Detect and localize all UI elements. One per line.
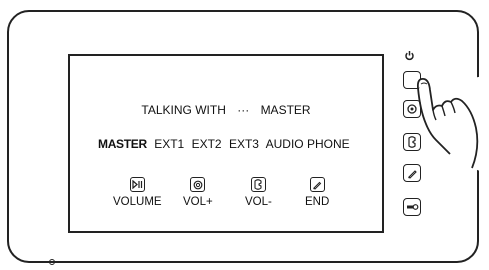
channel-master[interactable]: MASTER [98, 137, 147, 151]
volume-up-function[interactable]: VOL+ [183, 177, 213, 208]
intercom-monitor: TALKING WITH ··· MASTER MASTER EXT1 EXT2… [7, 10, 484, 265]
talking-status: TALKING WITH ··· MASTER [70, 103, 382, 117]
talking-prefix: TALKING WITH [141, 103, 226, 117]
pen-icon[interactable] [309, 177, 325, 192]
unlock-button[interactable] [403, 198, 421, 216]
play-pause-icon[interactable] [129, 177, 145, 192]
vol-minus-label: VOL- [245, 196, 272, 208]
channel-ext2[interactable]: EXT2 [192, 137, 222, 151]
handset-icon[interactable] [250, 177, 266, 192]
key-icon [406, 204, 418, 210]
talking-separator: ··· [237, 103, 250, 117]
display-screen: TALKING WITH ··· MASTER MASTER EXT1 EXT2… [68, 54, 384, 233]
channel-ext3[interactable]: EXT3 [229, 137, 259, 151]
talking-target: MASTER [260, 103, 311, 117]
channel-audio-phone[interactable]: AUDIO PHONE [266, 137, 350, 151]
pressing-hand-icon [416, 76, 484, 171]
volume-down-function[interactable]: VOL- [245, 177, 272, 208]
microphone-hole [49, 259, 55, 265]
power-icon[interactable] [405, 50, 414, 61]
volume-label: VOLUME [113, 196, 162, 208]
channel-ext1[interactable]: EXT1 [154, 137, 184, 151]
speaker-icon[interactable] [190, 177, 206, 192]
vol-plus-label: VOL+ [183, 196, 213, 208]
volume-function[interactable]: VOLUME [113, 177, 162, 208]
channel-list: MASTER EXT1 EXT2 EXT3 AUDIO PHONE [98, 137, 354, 151]
end-function[interactable]: END [305, 177, 329, 208]
end-label: END [305, 196, 330, 208]
